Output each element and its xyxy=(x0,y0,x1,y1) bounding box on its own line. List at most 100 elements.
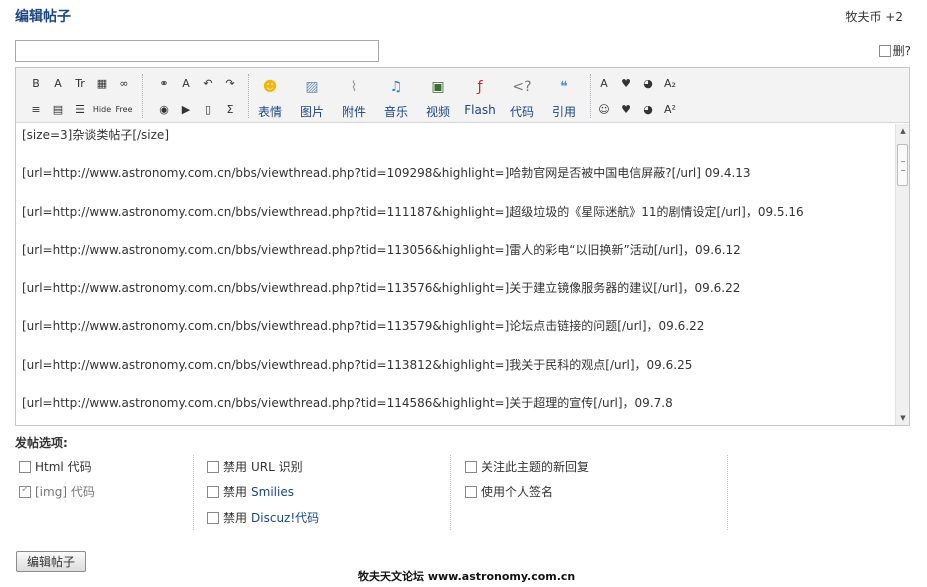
flash-icon: ƒ xyxy=(477,79,483,95)
edit-post-button[interactable]: 编辑帖子 xyxy=(16,551,86,572)
toolbar-separator xyxy=(248,74,249,118)
editor-textarea[interactable]: [size=3]杂谈类帖子[/size] [url=http://www.astr… xyxy=(16,124,895,425)
code-icon: <? xyxy=(512,79,532,95)
options-separator xyxy=(727,455,728,530)
link-icon[interactable]: ∞ xyxy=(116,75,132,91)
rm2-icon[interactable]: ♥ xyxy=(618,101,634,117)
color-grid-icon[interactable]: ▦ xyxy=(94,75,110,91)
follow-replies-option[interactable]: 关注此主题的新回复 xyxy=(465,458,589,475)
delete-checkbox[interactable] xyxy=(878,44,891,57)
toolbar-button-label: 表情 xyxy=(257,105,282,119)
font-size-icon[interactable]: Tr xyxy=(72,75,88,91)
smilies-link[interactable]: Smilies xyxy=(251,485,294,499)
disable-url-option[interactable]: 禁用 URL 识别 xyxy=(207,458,303,475)
use-signature-checkbox[interactable] xyxy=(465,485,477,498)
font-face-icon[interactable]: A xyxy=(50,75,66,91)
subject-input[interactable] xyxy=(15,40,379,62)
disable-smilies-checkbox[interactable] xyxy=(207,485,219,498)
free-icon[interactable]: Free xyxy=(116,101,133,117)
toolbar-button-label: 代码 xyxy=(509,105,534,119)
html-code-label: Html 代码 xyxy=(35,460,92,474)
music-icon: ♫ xyxy=(389,79,403,95)
toolbar-quote-button[interactable]: ❝ 引用 xyxy=(544,74,584,120)
follow-replies-label: 关注此主题的新回复 xyxy=(481,460,590,474)
scroll-down-icon[interactable]: ▼ xyxy=(896,411,910,425)
html-code-option[interactable]: Html 代码 xyxy=(19,458,92,475)
media-player2-icon[interactable]: ◕ xyxy=(640,101,656,117)
editor-line: [size=3]杂谈类帖子[/size] xyxy=(22,128,169,142)
bold-icon[interactable]: B xyxy=(28,75,44,91)
disable-discuz-code-option[interactable]: 禁用 Discuz!代码 xyxy=(207,509,319,526)
delete-option[interactable]: 删? xyxy=(878,42,911,59)
toolbar-separator xyxy=(142,74,143,118)
toolbar-music-button[interactable]: ♫ 音乐 xyxy=(376,74,416,120)
editor-scrollbar[interactable]: ▲ ▼ xyxy=(895,124,909,425)
post-options-title: 发帖选项: xyxy=(15,436,68,450)
list-icon[interactable]: ☰ xyxy=(72,101,88,117)
options-separator xyxy=(450,455,451,530)
picture-icon: ▨ xyxy=(305,79,319,95)
url-detect-label: URL 识别 xyxy=(251,460,303,474)
table-icon[interactable]: ▤ xyxy=(50,101,66,117)
toolbar-button-label: Flash xyxy=(464,103,496,117)
qq-icon[interactable]: ☺ xyxy=(596,101,612,117)
editor-line: [url=http://www.astronomy.com.cn/bbs/vie… xyxy=(22,357,693,372)
sum-icon[interactable]: Σ xyxy=(222,101,238,117)
editor-line: [url=http://www.astronomy.com.cn/bbs/vie… xyxy=(22,166,751,181)
discuz-code-link[interactable]: Discuz!代码 xyxy=(251,509,319,526)
forum-watermark: 牧夫天文论坛 www.astronomy.com.cn xyxy=(358,570,576,583)
toolbar-button-label: 图片 xyxy=(299,105,324,119)
use-signature-option[interactable]: 使用个人签名 xyxy=(465,483,553,500)
toolbar-smiley-button[interactable]: ☻ 表情 xyxy=(250,74,290,120)
post-editor: B A Tr ▦ ∞ ⚭ A ↶ ↷ ≡ ▤ ☰ Hide Free ◉ ▶ ▯ Σ ☻ 表情 ▨ 图片 ⌇ 附件 ♫ 音乐 ▣… xyxy=(15,67,910,426)
video-icon: ▣ xyxy=(431,79,445,95)
page-title: 编辑帖子 xyxy=(15,9,71,25)
subscript-icon[interactable]: A₂ xyxy=(662,75,678,91)
toolbar-separator xyxy=(590,74,591,118)
quote-icon: ❝ xyxy=(560,79,568,95)
img-code-option[interactable]: [img] 代码 xyxy=(19,483,95,500)
unlink-icon[interactable]: ⚭ xyxy=(156,75,172,91)
undo-icon[interactable]: ↶ xyxy=(200,75,216,91)
toolbar-code-button[interactable]: <? 代码 xyxy=(502,74,542,120)
delete-label: 删? xyxy=(892,44,911,58)
disable-discuz-code-checkbox[interactable] xyxy=(207,511,219,524)
disable-label: 禁用 xyxy=(223,460,248,474)
html-code-checkbox[interactable] xyxy=(19,460,31,473)
editor-toolbar: B A Tr ▦ ∞ ⚭ A ↶ ↷ ≡ ▤ ☰ Hide Free ◉ ▶ ▯ Σ ☻ 表情 ▨ 图片 ⌇ 附件 ♫ 音乐 ▣… xyxy=(16,68,909,123)
editor-line: [url=http://www.astronomy.com.cn/bbs/vie… xyxy=(22,281,741,296)
scroll-up-icon[interactable]: ▲ xyxy=(896,124,910,138)
toolbar-video-button[interactable]: ▣ 视频 xyxy=(418,74,458,120)
redo-icon[interactable]: ↷ xyxy=(222,75,238,91)
insert-image-icon[interactable]: ◉ xyxy=(156,101,172,117)
toolbar-button-label: 引用 xyxy=(551,105,576,119)
options-separator xyxy=(193,455,194,530)
superscript-icon[interactable]: A² xyxy=(662,101,678,117)
font-style-icon[interactable]: A xyxy=(596,75,612,91)
attachment-icon: ⌇ xyxy=(350,79,358,95)
use-signature-label: 使用个人签名 xyxy=(481,485,554,499)
remove-format-icon[interactable]: A xyxy=(178,75,194,91)
follow-replies-checkbox[interactable] xyxy=(465,460,477,473)
toolbar-picture-button[interactable]: ▨ 图片 xyxy=(292,74,332,120)
hide-icon[interactable]: Hide xyxy=(93,101,111,117)
toolbar-attachment-button[interactable]: ⌇ 附件 xyxy=(334,74,374,120)
editor-line: [url=http://www.astronomy.com.cn/bbs/vie… xyxy=(22,204,804,219)
insert-media-icon[interactable]: ▶ xyxy=(178,101,194,117)
img-code-label: [img] 代码 xyxy=(35,485,95,499)
disable-smilies-option[interactable]: 禁用 Smilies xyxy=(207,483,294,500)
toolbar-flash-button[interactable]: ƒ Flash xyxy=(460,74,500,120)
smiley-icon: ☻ xyxy=(262,79,278,95)
page-icon[interactable]: ▯ xyxy=(200,101,216,117)
media-player-icon[interactable]: ◕ xyxy=(640,75,656,91)
toolbar-button-label: 附件 xyxy=(341,105,366,119)
disable-url-checkbox[interactable] xyxy=(207,460,219,473)
toolbar-button-label: 视频 xyxy=(425,105,450,119)
rm-icon[interactable]: ♥ xyxy=(618,75,634,91)
img-code-checkbox[interactable] xyxy=(19,484,31,498)
editor-line: [url=http://www.astronomy.com.cn/bbs/vie… xyxy=(22,396,673,411)
credits-label: 牧夫币 +2 xyxy=(845,10,903,24)
disable-label: 禁用 xyxy=(223,511,248,525)
align-icon[interactable]: ≡ xyxy=(28,101,44,117)
scroll-thumb[interactable] xyxy=(897,144,908,186)
